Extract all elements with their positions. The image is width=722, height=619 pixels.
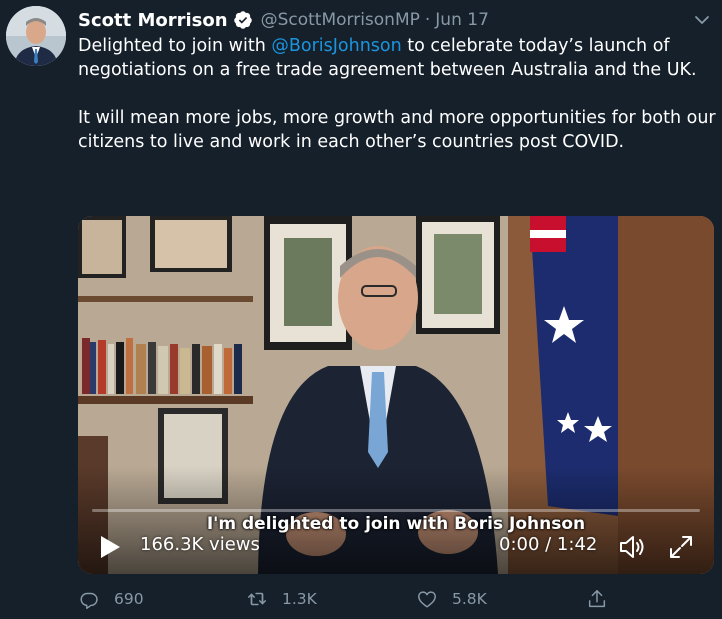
reply-button[interactable]: 690	[78, 586, 144, 612]
retweet-count: 1.3K	[282, 590, 317, 608]
like-icon	[418, 591, 436, 608]
like-count: 5.8K	[452, 590, 487, 608]
mention-link[interactable]: @BorisJohnson	[271, 36, 401, 56]
video-progress-bar[interactable]	[92, 509, 700, 512]
retweet-button[interactable]: 1.3K	[246, 586, 317, 612]
view-count: 166.3K views	[140, 534, 260, 555]
tweet-paragraph-2: It will mean more jobs, more growth and …	[78, 108, 716, 152]
like-button[interactable]: 5.8K	[416, 586, 487, 612]
video-timecode: 0:00 / 1:42	[499, 534, 598, 555]
volume-icon[interactable]	[618, 534, 648, 560]
reply-count: 690	[114, 590, 144, 608]
share-button[interactable]	[586, 586, 608, 612]
tweet[interactable]: Scott Morrison @ScottMorrisonMP · Jun 17…	[0, 0, 722, 619]
avatar[interactable]	[6, 6, 66, 66]
tweet-header: Scott Morrison @ScottMorrisonMP · Jun 17	[78, 7, 489, 33]
author-handle[interactable]: @ScottMorrisonMP	[261, 10, 420, 30]
tweet-paragraph-1: Delighted to join with @BorisJohnson to …	[78, 34, 718, 82]
tweet-actions: 690 1.3K 5.8K	[78, 586, 638, 612]
tweet-text: Delighted to join with @BorisJohnson to …	[78, 34, 718, 154]
play-icon[interactable]	[98, 534, 122, 560]
author-name[interactable]: Scott Morrison	[78, 10, 228, 31]
fullscreen-icon[interactable]	[668, 534, 694, 560]
retweet-icon	[248, 592, 266, 606]
reply-icon	[80, 592, 98, 610]
separator-dot: ·	[424, 10, 431, 30]
verified-badge-icon	[233, 11, 252, 29]
video-caption: I'm delighted to join with Boris Johnson	[206, 514, 586, 534]
chevron-down-icon[interactable]	[692, 10, 712, 30]
video-player[interactable]: I'm delighted to join with Boris Johnson…	[78, 216, 714, 574]
share-icon	[588, 590, 606, 608]
tweet-date[interactable]: Jun 17	[435, 10, 489, 30]
avatar-image	[6, 6, 66, 66]
tweet-text-prefix: Delighted to join with	[78, 36, 272, 56]
